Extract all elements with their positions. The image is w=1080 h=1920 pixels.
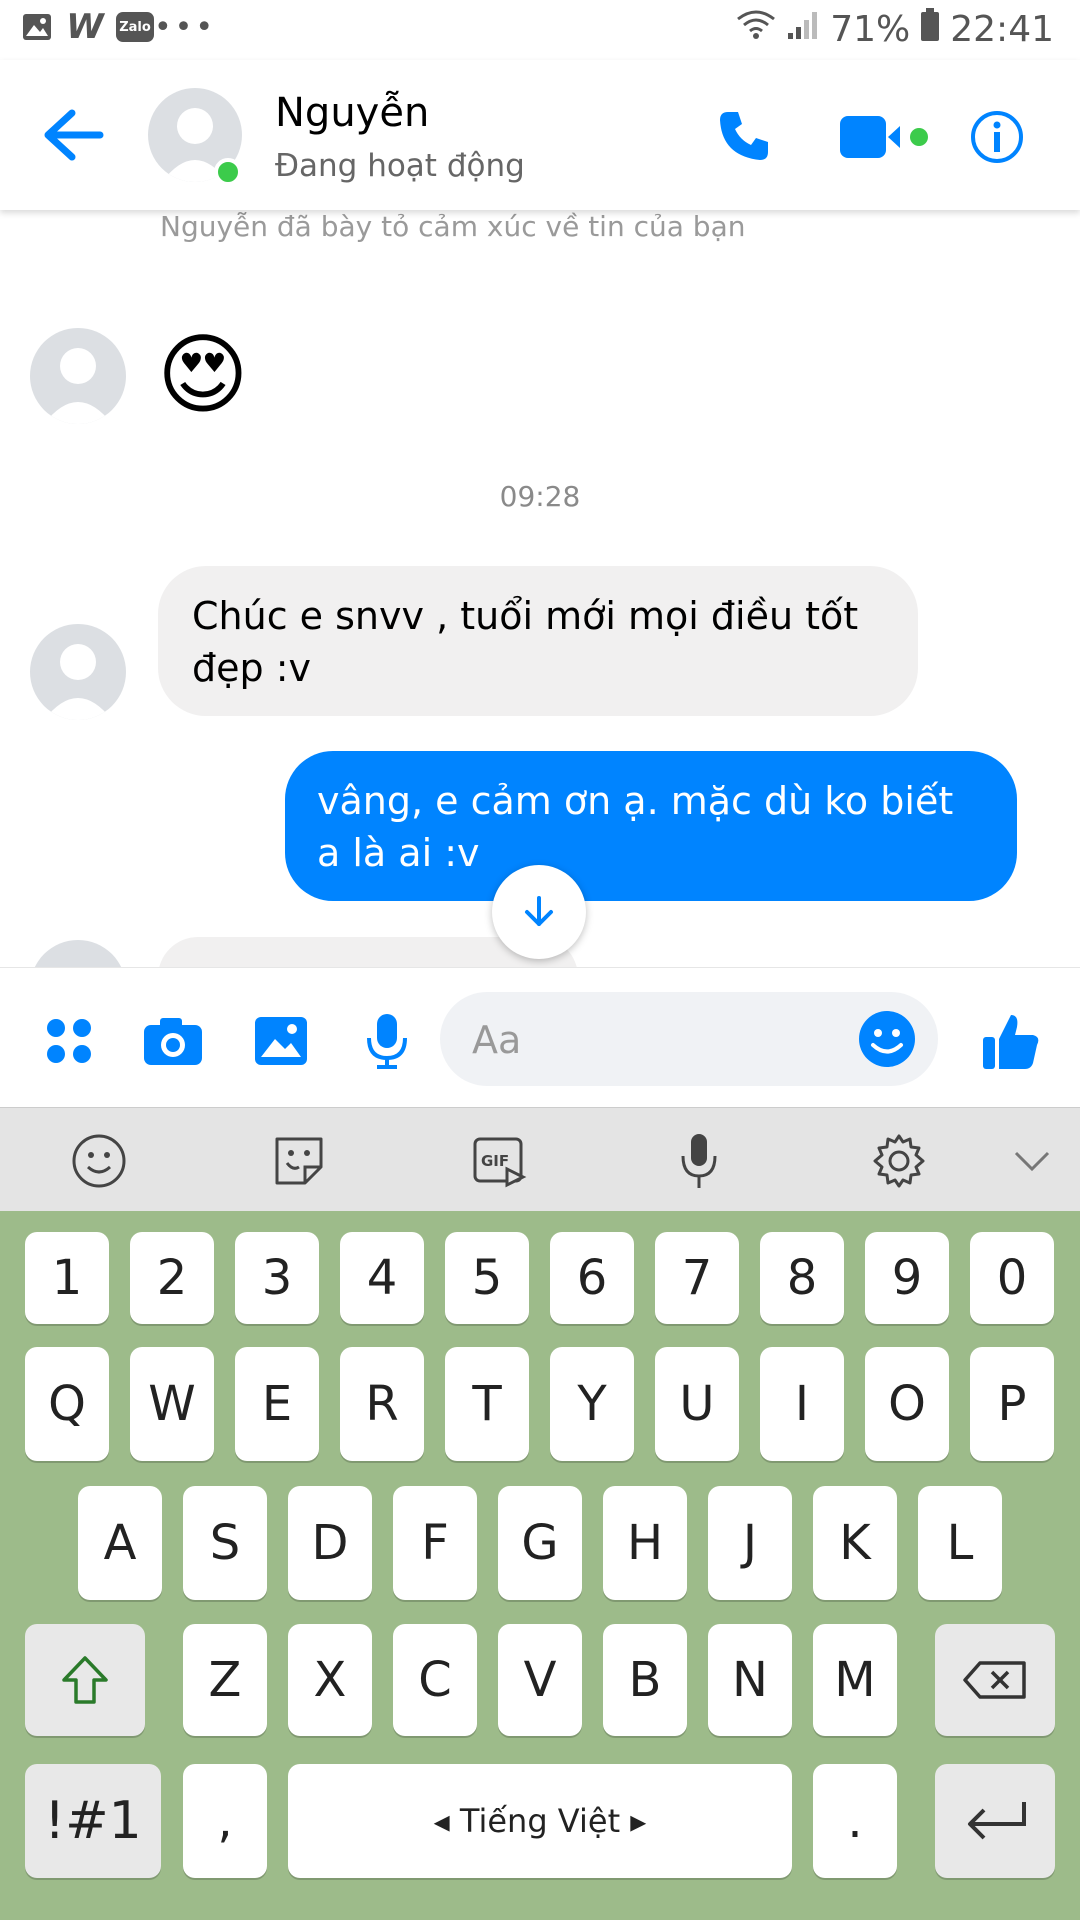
letter-key-h[interactable]: H [603, 1486, 687, 1600]
gallery-icon[interactable] [250, 1010, 312, 1072]
letter-key-f[interactable]: F [393, 1486, 477, 1600]
wifi-icon [736, 9, 776, 50]
heart-eyes-emoji[interactable]: 😍 [157, 325, 249, 425]
more-dots-icon: ••• [153, 9, 217, 45]
online-indicator [214, 158, 242, 186]
letter-key-l[interactable]: L [918, 1486, 1002, 1600]
message-input-container[interactable] [440, 992, 938, 1088]
comma-key[interactable]: , [183, 1764, 267, 1878]
contact-name[interactable]: Nguyễn [275, 90, 429, 136]
scroll-to-bottom-button[interactable] [492, 865, 586, 959]
letter-key-y[interactable]: Y [550, 1347, 634, 1461]
avatar[interactable] [30, 328, 126, 424]
camera-icon[interactable] [142, 1010, 204, 1072]
outgoing-message[interactable]: vâng, e cảm ơn ạ. mặc dù ko biết a là ai… [285, 751, 1017, 901]
number-key-6[interactable]: 6 [550, 1232, 634, 1324]
letter-key-t[interactable]: T [445, 1347, 529, 1461]
number-key-1[interactable]: 1 [25, 1232, 109, 1324]
gif-icon[interactable]: GIF [470, 1132, 528, 1190]
letter-key-u[interactable]: U [655, 1347, 739, 1461]
info-icon[interactable] [970, 110, 1024, 164]
status-bar: W Zalo ••• 71% 22:41 [0, 0, 1080, 60]
number-key-0[interactable]: 0 [970, 1232, 1054, 1324]
zalo-icon: Zalo [116, 12, 154, 42]
svg-text:GIF: GIF [481, 1152, 509, 1170]
letter-key-n[interactable]: N [708, 1624, 792, 1736]
letter-key-d[interactable]: D [288, 1486, 372, 1600]
message-timestamp: 09:28 [499, 480, 581, 513]
letter-key-s[interactable]: S [183, 1486, 267, 1600]
number-key-7[interactable]: 7 [655, 1232, 739, 1324]
letter-key-o[interactable]: O [865, 1347, 949, 1461]
clock: 22:41 [950, 9, 1054, 50]
enter-key[interactable] [935, 1764, 1055, 1878]
number-key-5[interactable]: 5 [445, 1232, 529, 1324]
number-key-3[interactable]: 3 [235, 1232, 319, 1324]
shift-arrow-icon [62, 1656, 108, 1704]
number-key-8[interactable]: 8 [760, 1232, 844, 1324]
contact-status: Đang hoạt động [275, 148, 525, 184]
battery-percent: 71% [830, 9, 911, 50]
letter-key-w[interactable]: W [130, 1347, 214, 1461]
symbols-key[interactable]: !#1 [25, 1764, 161, 1878]
chevron-down-icon[interactable] [1003, 1132, 1061, 1190]
settings-gear-icon[interactable] [870, 1132, 928, 1190]
letter-key-p[interactable]: P [970, 1347, 1054, 1461]
incoming-message[interactable]: Chúc e snvv , tuổi mới mọi điều tốt đẹp … [158, 566, 918, 716]
image-icon [20, 12, 54, 42]
back-arrow-icon[interactable] [40, 105, 106, 165]
letter-key-v[interactable]: V [498, 1624, 582, 1736]
message-list[interactable]: Nguyễn đã bày tỏ cảm xúc về tin của bạn … [0, 210, 1080, 967]
apps-grid-icon[interactable] [38, 1010, 100, 1072]
period-key[interactable]: . [813, 1764, 897, 1878]
video-call-icon[interactable] [840, 112, 930, 162]
letter-key-c[interactable]: C [393, 1624, 477, 1736]
phone-call-icon[interactable] [716, 108, 772, 164]
reaction-notice: Nguyễn đã bày tỏ cảm xúc về tin của bạn [160, 210, 746, 243]
arrow-down-icon [525, 896, 553, 926]
sticker-icon[interactable] [270, 1132, 328, 1190]
letter-key-m[interactable]: M [813, 1624, 897, 1736]
number-key-9[interactable]: 9 [865, 1232, 949, 1324]
letter-key-g[interactable]: G [498, 1486, 582, 1600]
letter-key-j[interactable]: J [708, 1486, 792, 1600]
composer-bar [0, 967, 1080, 1108]
letter-key-r[interactable]: R [340, 1347, 424, 1461]
battery-icon [920, 8, 940, 51]
emoji-icon[interactable] [858, 1010, 916, 1068]
number-key-2[interactable]: 2 [130, 1232, 214, 1324]
number-key-4[interactable]: 4 [340, 1232, 424, 1324]
letter-key-x[interactable]: X [288, 1624, 372, 1736]
letter-key-b[interactable]: B [603, 1624, 687, 1736]
letter-key-e[interactable]: E [235, 1347, 319, 1461]
space-key[interactable]: ◂ Tiếng Việt ▸ [288, 1764, 792, 1878]
letter-key-k[interactable]: K [813, 1486, 897, 1600]
message-input[interactable] [470, 992, 834, 1088]
voice-input-icon[interactable] [670, 1132, 728, 1190]
microphone-icon[interactable] [356, 1010, 418, 1072]
backspace-icon [963, 1661, 1026, 1699]
enter-arrow-icon [968, 1802, 1026, 1840]
avatar[interactable] [30, 940, 126, 967]
letter-key-a[interactable]: A [78, 1486, 162, 1600]
smiley-icon[interactable] [70, 1132, 128, 1190]
conversation-header: Nguyễn Đang hoạt động [0, 60, 1080, 210]
shift-key[interactable] [25, 1624, 145, 1736]
like-thumb-icon[interactable] [980, 1010, 1042, 1072]
keyboard: 1234567890 QWERTYUIOP ASDFGHJKL ZXCVBNM … [0, 1211, 1080, 1920]
keyboard-toolbar: GIF [0, 1107, 1080, 1212]
signal-icon [786, 9, 820, 50]
w-app-icon: W [66, 7, 104, 47]
letter-key-q[interactable]: Q [25, 1347, 109, 1461]
letter-key-z[interactable]: Z [183, 1624, 267, 1736]
backspace-key[interactable] [935, 1624, 1055, 1736]
letter-key-i[interactable]: I [760, 1347, 844, 1461]
avatar[interactable] [30, 624, 126, 720]
